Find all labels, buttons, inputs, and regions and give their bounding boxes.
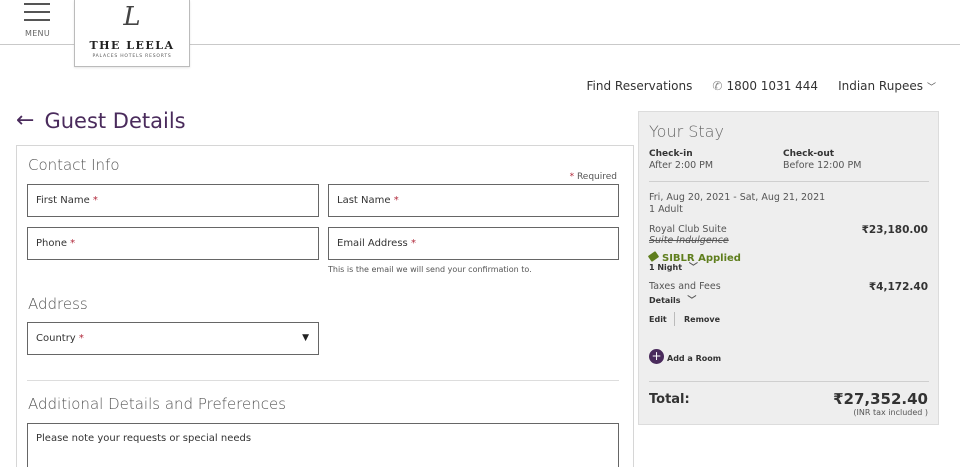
hamburger-icon — [24, 3, 54, 21]
plus-icon: + — [649, 349, 664, 364]
total-value: ₹27,352.40 — [833, 390, 928, 408]
phone-number: 1800 1031 444 — [726, 79, 819, 93]
first-name-field[interactable]: First Name * — [27, 184, 319, 217]
chevron-down-icon: ﹀ — [926, 83, 936, 93]
special-requests-textarea[interactable]: Please note your requests or special nee… — [27, 423, 619, 467]
find-reservations-link[interactable]: Find Reservations — [587, 79, 693, 93]
taxes-label: Taxes and Fees — [649, 281, 721, 292]
checkin-value: After 2:00 PM — [649, 160, 714, 171]
divider — [649, 181, 929, 182]
currency-label: Indian Rupees — [838, 79, 923, 93]
page-title: ← Guest Details — [16, 108, 186, 133]
add-room-button[interactable]: + Add a Room — [649, 346, 721, 365]
room-name: Royal Club Suite — [649, 224, 727, 235]
divider — [649, 381, 929, 382]
currency-selector[interactable]: Indian Rupees ﹀ — [838, 79, 936, 93]
total-note: (INR tax included ) — [853, 408, 928, 417]
back-arrow-icon[interactable]: ← — [16, 108, 34, 133]
section-divider — [27, 380, 619, 381]
edit-link[interactable]: Edit — [649, 315, 667, 324]
page-title-text: Guest Details — [44, 108, 186, 133]
menu-label: MENU — [25, 29, 50, 38]
stay-guests: 1 Adult — [649, 204, 683, 215]
required-note: * Required — [569, 172, 617, 182]
your-stay-panel: Your Stay Check-in After 2:00 PM Check-o… — [638, 111, 939, 425]
phone-field[interactable]: Phone * — [27, 227, 319, 260]
rate-name: Suite Indulgence — [649, 235, 729, 246]
nights-toggle[interactable]: 1 Night ﹀ — [649, 260, 698, 273]
contact-info-title: Contact Info — [28, 156, 120, 174]
room-price: ₹23,180.00 — [861, 224, 928, 236]
logo-name: THE LEELA — [89, 39, 175, 52]
phone-icon: ✆ — [712, 79, 723, 93]
remove-link[interactable]: Remove — [684, 315, 720, 324]
address-title: Address — [28, 295, 88, 313]
link-separator — [674, 312, 675, 326]
stay-dates: Fri, Aug 20, 2021 - Sat, Aug 21, 2021 — [649, 192, 826, 203]
menu-button[interactable]: MENU — [24, 3, 54, 39]
total-label: Total: — [649, 392, 690, 407]
country-select[interactable]: Country * ▼ — [27, 322, 319, 355]
taxes-price: ₹4,172.40 — [868, 281, 928, 293]
email-hint: This is the email we will send your conf… — [328, 265, 532, 274]
guest-form: Contact Info * Required First Name * Las… — [16, 145, 634, 467]
leela-logo[interactable]: L THE LEELA PALACES HOTELS RESORTS — [74, 0, 190, 67]
last-name-field[interactable]: Last Name * — [328, 184, 619, 217]
chevron-down-icon: ﹀ — [688, 263, 698, 273]
taxes-details-toggle[interactable]: Details ﹀ — [649, 293, 696, 306]
header-links: Find Reservations ✆ 1800 1031 444 Indian … — [567, 79, 936, 93]
checkin-label: Check-in — [649, 149, 693, 159]
email-field[interactable]: Email Address * — [328, 227, 619, 260]
chevron-down-icon: ﹀ — [687, 296, 697, 306]
additional-details-title: Additional Details and Preferences — [28, 395, 287, 413]
logo-monogram: L — [123, 2, 141, 32]
phone-link[interactable]: ✆ 1800 1031 444 — [712, 79, 818, 93]
top-bar: MENU L THE LEELA PALACES HOTELS RESORTS — [0, 0, 960, 67]
logo-tagline: PALACES HOTELS RESORTS — [92, 54, 172, 59]
your-stay-title: Your Stay — [649, 122, 724, 141]
checkout-value: Before 12:00 PM — [783, 160, 862, 171]
checkout-label: Check-out — [783, 149, 835, 159]
caret-down-icon: ▼ — [302, 333, 309, 343]
